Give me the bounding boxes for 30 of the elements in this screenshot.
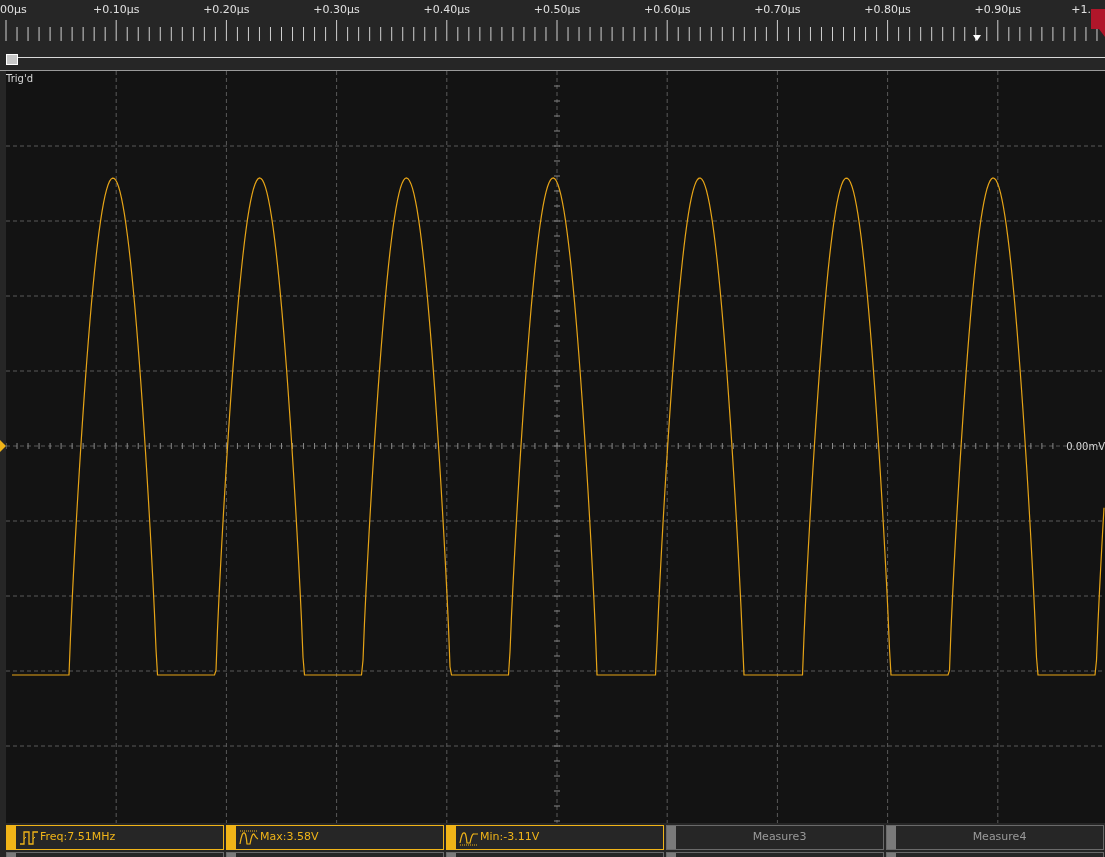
time-label: +0.30μs	[312, 2, 361, 18]
time-label: +0.20μs	[202, 2, 251, 18]
measurement-value: Min:-3.11V	[480, 829, 540, 846]
measurement-slot[interactable]: Freq:7.51MHz	[6, 825, 224, 850]
time-label: +0.90μs	[973, 2, 1022, 18]
offset-label: 0.00mV	[1066, 440, 1105, 454]
measurement-slot[interactable]: Max:3.58V	[226, 825, 444, 850]
time-label: +0.40μs	[422, 2, 471, 18]
measurement-slot[interactable]: Measure3	[666, 825, 884, 850]
time-label: +0.10μs	[91, 2, 141, 18]
measurement-value: Freq:7.51MHz	[40, 829, 116, 846]
scroll-handle[interactable]	[6, 53, 18, 65]
time-label: +0.70μs	[753, 2, 802, 18]
measurement-value: Max:3.58V	[260, 829, 319, 846]
trigger-status: Trig'd	[6, 72, 33, 86]
channel-marker-icon	[0, 440, 6, 452]
trigger-marker-icon	[1091, 9, 1105, 37]
measurement-placeholder: Measure3	[751, 829, 808, 846]
time-label: +0.50μs	[532, 2, 582, 18]
measurement-placeholder: Measure4	[971, 829, 1028, 846]
time-label: 00μs	[0, 2, 27, 18]
trough-pulse-icon	[459, 829, 479, 846]
square-pulse-icon	[19, 829, 39, 846]
time-label: +0.60μs	[642, 2, 692, 18]
measurement-slot[interactable]: Measure4	[886, 825, 1104, 850]
measurement-slot[interactable]: Min:-3.11V	[446, 825, 664, 850]
peak-pulse-icon	[239, 829, 259, 846]
time-label: +0.80μs	[863, 2, 912, 18]
time-label: +1.	[1071, 2, 1091, 18]
position-marker-icon	[973, 35, 981, 41]
